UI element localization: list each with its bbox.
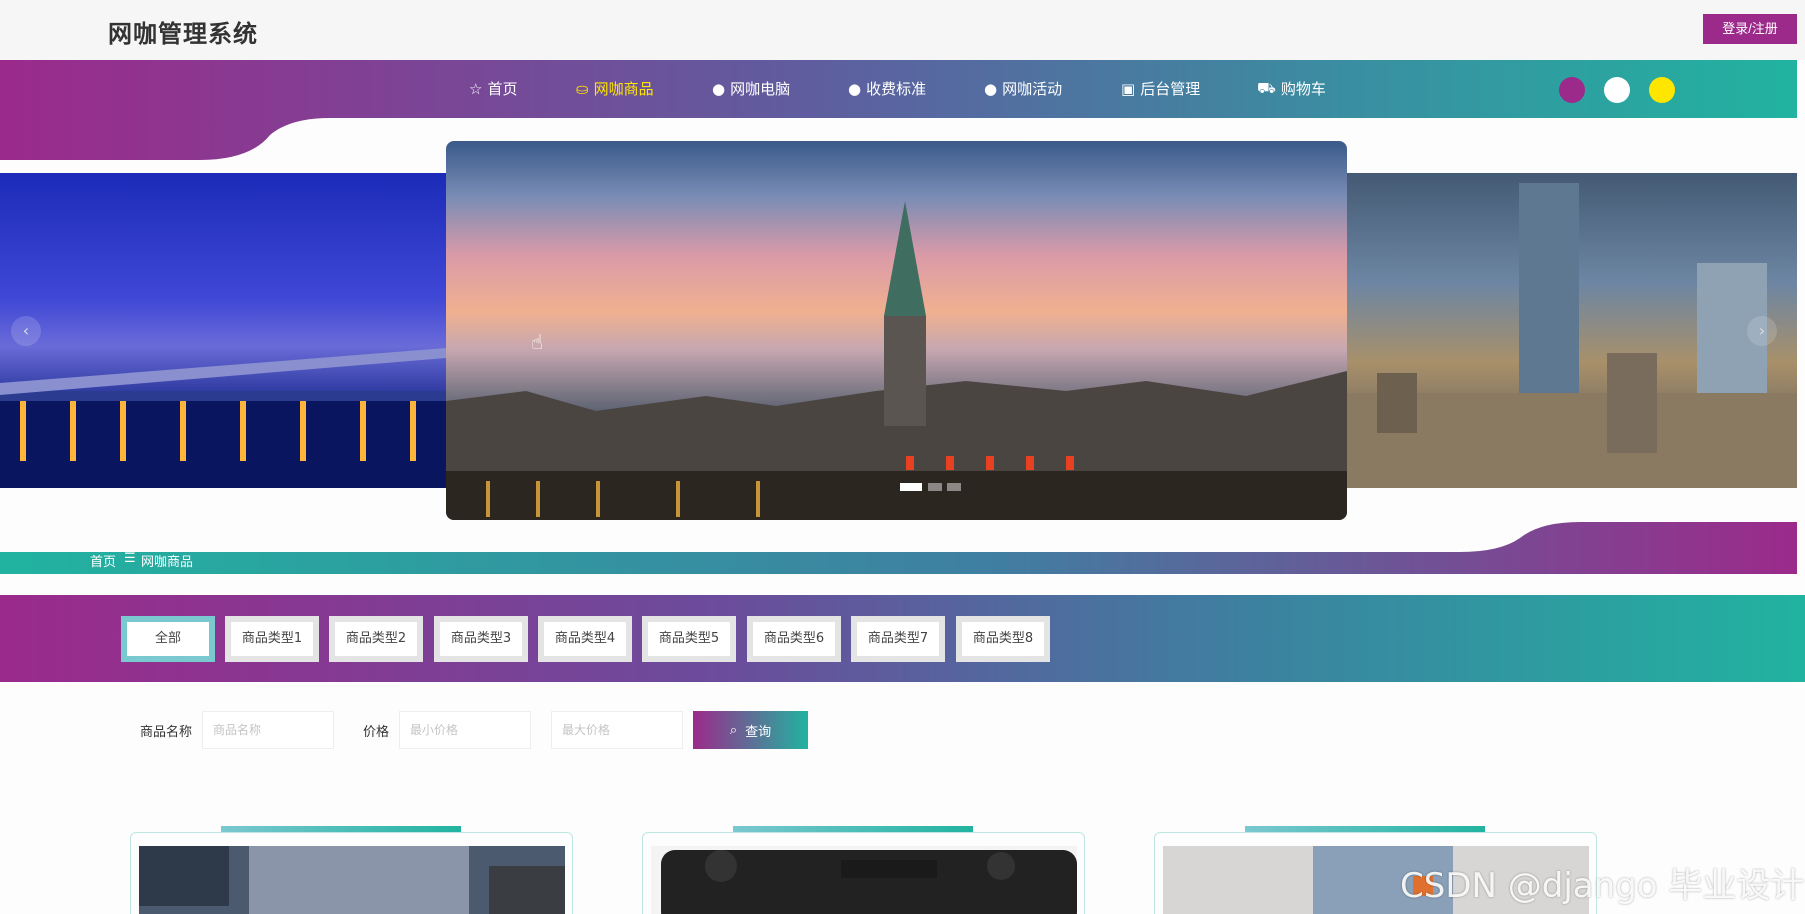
breadcrumb-separator-icon: ☰ bbox=[124, 551, 136, 566]
star-icon: ☆ bbox=[469, 79, 483, 98]
skyscraper-image bbox=[1347, 183, 1797, 488]
carousel-slide-prev[interactable] bbox=[0, 173, 446, 488]
breadcrumb-current: 网咖商品 bbox=[141, 555, 194, 570]
cart-icon: ⛟ bbox=[1257, 78, 1276, 97]
max-price-input[interactable] bbox=[551, 711, 683, 749]
carousel-dot-2[interactable] bbox=[928, 483, 942, 491]
theme-white-button[interactable] bbox=[1604, 77, 1630, 103]
carousel-dot-1[interactable] bbox=[900, 483, 922, 491]
nav-item-label: 网咖电脑 bbox=[730, 80, 791, 98]
product-name-input[interactable] bbox=[202, 711, 334, 749]
nav-item-pricing[interactable]: ● 收费标准 bbox=[848, 78, 926, 99]
nav-item-label: 购物车 bbox=[1280, 80, 1326, 98]
carousel-slide-next[interactable] bbox=[1347, 173, 1797, 488]
carousel-next-button[interactable]: › bbox=[1747, 316, 1777, 346]
category-type-3[interactable]: 商品类型3 bbox=[434, 616, 528, 662]
product-name-label: 商品名称 bbox=[140, 725, 193, 740]
nav-item-products[interactable]: ⛀ 网咖商品 bbox=[576, 78, 654, 99]
nav-item-label: 首页 bbox=[487, 80, 518, 98]
info-icon: ● bbox=[712, 79, 726, 98]
category-type-6[interactable]: 商品类型6 bbox=[747, 616, 841, 662]
category-type-8[interactable]: 商品类型8 bbox=[956, 616, 1050, 662]
nav-item-home[interactable]: ☆ 首页 bbox=[469, 78, 517, 99]
theme-yellow-button[interactable] bbox=[1649, 77, 1675, 103]
briefcase-icon: ▣ bbox=[1121, 79, 1136, 98]
nav-item-activities[interactable]: ● 网咖活动 bbox=[984, 78, 1062, 99]
product-image-camera bbox=[651, 846, 1077, 914]
category-type-5[interactable]: 商品类型5 bbox=[642, 616, 736, 662]
nav-item-label: 收费标准 bbox=[866, 80, 927, 98]
watermark: CSDN @django 毕业设计 bbox=[1400, 866, 1805, 906]
search-icon: ⌕ bbox=[729, 722, 738, 737]
bridge-image bbox=[0, 348, 446, 488]
category-all[interactable]: 全部 bbox=[121, 616, 215, 662]
carousel-dot-3[interactable] bbox=[947, 483, 961, 491]
category-type-4[interactable]: 商品类型4 bbox=[538, 616, 632, 662]
category-type-7[interactable]: 商品类型7 bbox=[851, 616, 945, 662]
nav-item-label: 网咖商品 bbox=[593, 80, 654, 98]
product-card[interactable] bbox=[642, 826, 1085, 914]
main-nav: ☆ 首页 ⛀ 网咖商品 ● 网咖电脑 ● 收费标准 ● 网咖活动 ▣ 后台管理 … bbox=[0, 60, 1805, 118]
carousel-prev-button[interactable]: ‹ bbox=[11, 316, 41, 346]
info-icon: ● bbox=[984, 79, 998, 98]
card-decoration bbox=[1245, 826, 1485, 832]
nav-item-computers[interactable]: ● 网咖电脑 bbox=[712, 78, 790, 99]
page: 网咖管理系统 登录/注册 ☆ 首页 ⛀ 网咖商品 ● 网咖电脑 ● 收费标准 ●… bbox=[0, 0, 1805, 914]
price-label: 价格 bbox=[363, 725, 390, 740]
carousel-slide-active[interactable] bbox=[446, 141, 1347, 520]
nav-item-cart[interactable]: ⛟ 购物车 bbox=[1257, 78, 1326, 99]
info-icon: ● bbox=[848, 79, 862, 98]
nav-item-label: 后台管理 bbox=[1140, 80, 1201, 98]
card-decoration bbox=[733, 826, 973, 832]
theme-purple-button[interactable] bbox=[1559, 77, 1585, 103]
nav-item-admin[interactable]: ▣ 后台管理 bbox=[1121, 78, 1200, 99]
category-type-2[interactable]: 商品类型2 bbox=[329, 616, 423, 662]
nav-item-label: 网咖活动 bbox=[1002, 80, 1063, 98]
product-card[interactable] bbox=[130, 826, 573, 914]
min-price-input[interactable] bbox=[399, 711, 531, 749]
search-button-label: 查询 bbox=[745, 723, 772, 739]
hand-cursor-icon: ☝ bbox=[531, 330, 544, 354]
search-button[interactable]: ⌕ 查询 bbox=[693, 711, 808, 749]
bag-icon: ⛀ bbox=[576, 79, 589, 98]
category-type-1[interactable]: 商品类型1 bbox=[225, 616, 319, 662]
city-church-image bbox=[446, 201, 1347, 520]
breadcrumb-home[interactable]: 首页 bbox=[90, 551, 116, 570]
card-decoration bbox=[221, 826, 461, 832]
product-image-shirt bbox=[139, 846, 565, 914]
